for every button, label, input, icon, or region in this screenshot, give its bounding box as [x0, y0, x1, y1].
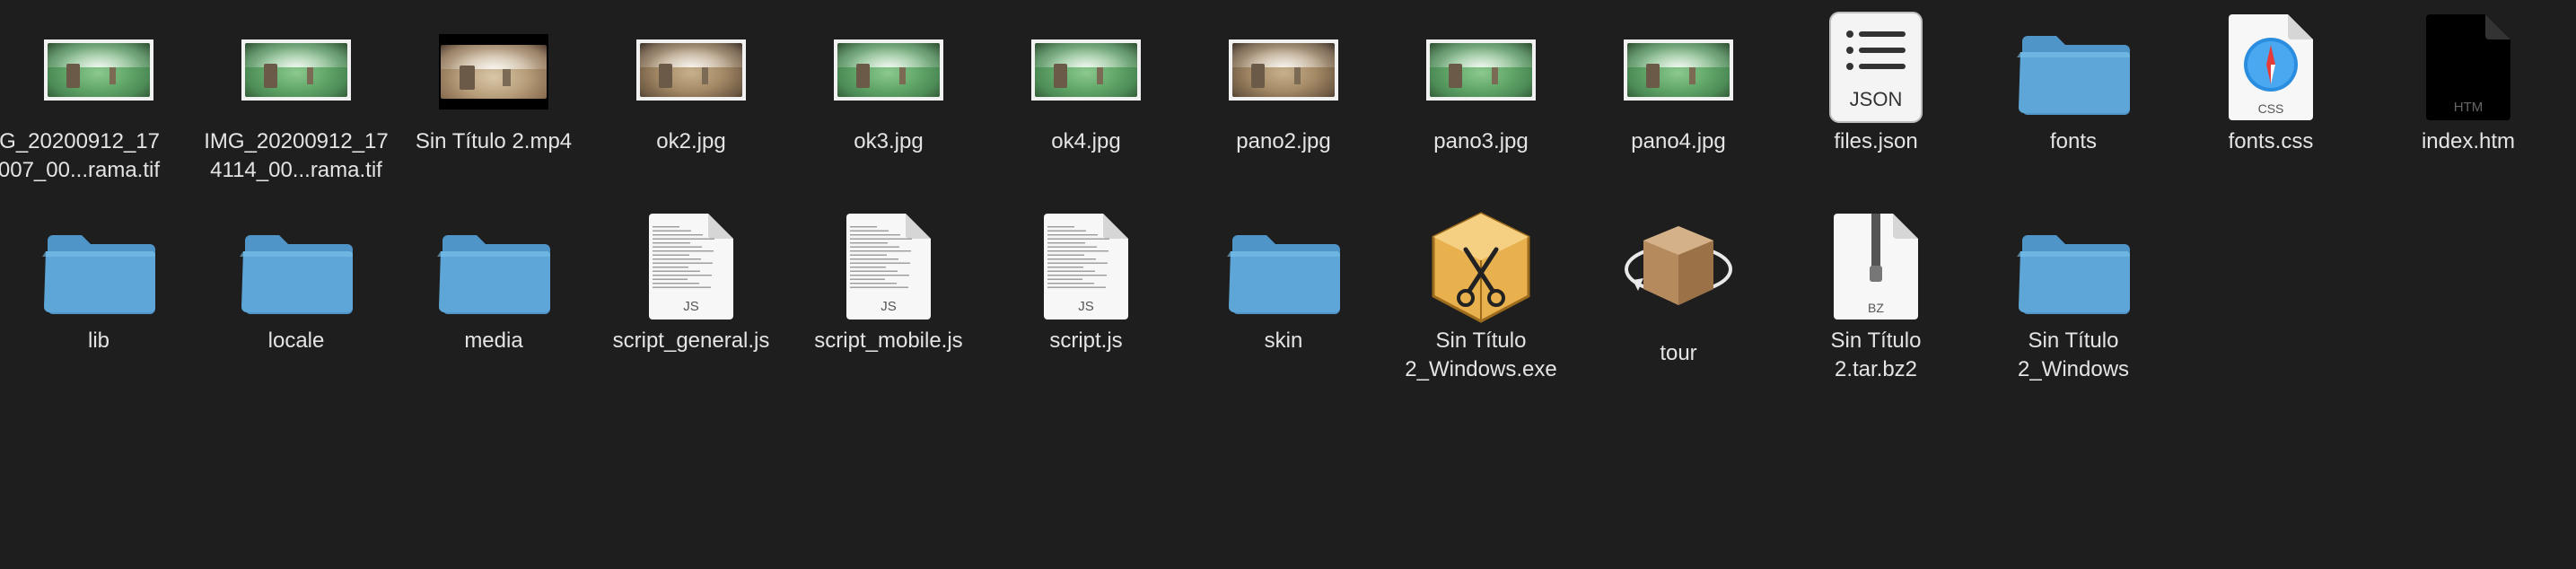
image-thumbnail	[636, 39, 746, 101]
htm-file-icon: HTM	[2410, 9, 2527, 126]
file-name-label: IMG_20200912_17 007_00...rama.tif	[0, 129, 160, 182]
file-name-label: fonts	[2049, 129, 2098, 153]
file-item[interactable]: lib	[0, 208, 197, 397]
file-item[interactable]: IMG_20200912_17 007_00...rama.tif	[0, 9, 197, 197]
file-item[interactable]: ok2.jpg	[592, 9, 790, 197]
file-name-label: pano4.jpg	[1631, 129, 1726, 153]
file-name-label: Sin Título 2.mp4	[415, 129, 573, 153]
package-icon	[1620, 208, 1737, 325]
file-name-label: index.htm	[2421, 129, 2516, 153]
file-item[interactable]: media	[395, 208, 592, 397]
svg-text:CSS: CSS	[2258, 101, 2284, 116]
file-item[interactable]: ok3.jpg	[790, 9, 987, 197]
file-item[interactable]: JS script_mobile.js	[790, 208, 987, 397]
file-name-label: Sin Título 2_Windows.exe	[1405, 328, 1557, 381]
file-name-label: ok3.jpg	[854, 129, 924, 153]
file-name-label: ok2.jpg	[656, 129, 726, 153]
file-name-label: script_mobile.js	[814, 328, 963, 353]
file-item[interactable]: JS script_general.js	[592, 208, 790, 397]
svg-text:JS: JS	[1078, 299, 1094, 314]
file-item[interactable]: fonts	[1975, 9, 2172, 197]
js-file-icon: JS	[633, 208, 749, 325]
file-item[interactable]: Sin Título 2.mp4	[395, 9, 592, 197]
file-name-label: Sin Título 2_Windows	[2017, 328, 2130, 381]
image-thumbnail	[1624, 39, 1733, 101]
folder-icon	[2015, 9, 2132, 126]
image-thumbnail	[1426, 39, 1536, 101]
file-name-label: pano3.jpg	[1433, 129, 1529, 153]
folder-icon	[435, 208, 552, 325]
file-item[interactable]: tour	[1580, 208, 1777, 397]
file-item[interactable]: Sin Título 2_Windows	[1975, 208, 2172, 397]
css-file-icon: CSS	[2212, 9, 2329, 126]
file-name-label: files.json	[1834, 129, 1918, 153]
file-item[interactable]: skin	[1185, 208, 1382, 397]
file-item[interactable]: Sin Título 2_Windows.exe	[1382, 208, 1580, 397]
file-name-label: locale	[267, 328, 325, 353]
file-name-label: lib	[87, 328, 110, 353]
image-thumbnail	[44, 39, 153, 101]
folder-icon	[40, 208, 157, 325]
file-name-label: media	[464, 328, 523, 353]
finder-icon-grid: IMG_20200912_17 007_00...rama.tif IMG_202…	[0, 0, 2576, 569]
video-thumbnail	[439, 34, 548, 109]
file-item[interactable]: pano3.jpg	[1382, 9, 1580, 197]
json-file-icon: JSON	[1818, 9, 1934, 126]
svg-text:JS: JS	[683, 299, 699, 314]
folder-icon	[238, 208, 355, 325]
file-item[interactable]: pano4.jpg	[1580, 9, 1777, 197]
file-name-label: pano2.jpg	[1236, 129, 1331, 153]
folder-icon	[1225, 208, 1342, 325]
file-item[interactable]: locale	[197, 208, 395, 397]
file-item[interactable]: IMG_20200912_17 4114_00...rama.tif	[197, 9, 395, 197]
file-item[interactable]: CSS fonts.css	[2172, 9, 2370, 197]
folder-icon	[2015, 208, 2132, 325]
file-name-label: script.js	[1049, 328, 1123, 353]
image-thumbnail	[834, 39, 943, 101]
file-item[interactable]: ok4.jpg	[987, 9, 1185, 197]
image-thumbnail	[241, 39, 351, 101]
file-name-label: IMG_20200912_17 4114_00...rama.tif	[204, 129, 389, 182]
file-name-label: script_general.js	[612, 328, 770, 353]
image-thumbnail	[1031, 39, 1141, 101]
file-name-label: fonts.css	[2228, 129, 2314, 153]
js-file-icon: JS	[1028, 208, 1144, 325]
file-item[interactable]: HTM index.htm	[2370, 9, 2567, 197]
file-name-label: ok4.jpg	[1051, 129, 1121, 153]
file-item[interactable]: JSON files.json	[1777, 9, 1975, 197]
file-name-label: tour	[1660, 341, 1697, 365]
exe-file-icon	[1423, 208, 1539, 325]
file-name-label: Sin Título 2.tar.bz2	[1830, 328, 1922, 381]
js-file-icon: JS	[830, 208, 947, 325]
file-item[interactable]: JS script.js	[987, 208, 1185, 397]
svg-text:HTM: HTM	[2454, 100, 2484, 115]
file-item[interactable]: pano2.jpg	[1185, 9, 1382, 197]
file-name-label: skin	[1264, 328, 1303, 353]
file-item[interactable]: BZ Sin Título 2.tar.bz2	[1777, 208, 1975, 397]
svg-text:JS: JS	[881, 299, 897, 314]
svg-text:BZ: BZ	[1868, 301, 1884, 315]
image-thumbnail	[1229, 39, 1338, 101]
archive-file-icon: BZ	[1818, 208, 1934, 325]
svg-text:JSON: JSON	[1850, 88, 1903, 110]
